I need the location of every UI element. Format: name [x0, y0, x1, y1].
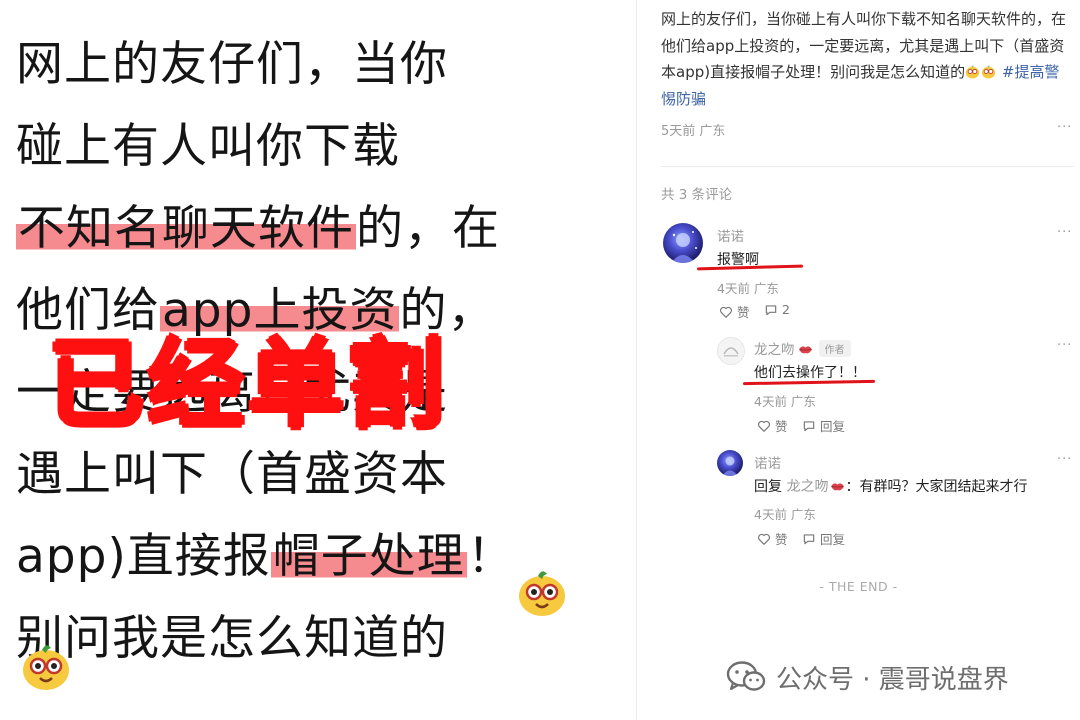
highlighted-phrase: 不知名聊天软件	[16, 201, 356, 256]
like-button[interactable]: 赞	[757, 416, 788, 435]
red-stamp-overlay: 已经单割	[48, 329, 448, 441]
comment-meta: 4天前 广东	[717, 281, 779, 296]
comment-text: ：有群吗？大家团结起来才行	[845, 479, 1028, 495]
highlighted-phrase: 帽子处理	[270, 529, 467, 584]
heart-icon	[758, 420, 770, 432]
text-segment: ！	[466, 529, 515, 584]
reply-label: 回复	[820, 532, 846, 547]
comment-bubble-icon	[765, 304, 777, 315]
smiling-fruit-emoji-icon	[20, 640, 72, 692]
the-end-marker: - THE END -	[819, 579, 898, 594]
more-dots-icon[interactable]: ···	[1057, 120, 1072, 135]
reply-label: 回复	[820, 419, 846, 434]
author-badge: 作者	[818, 340, 851, 357]
text-segment: 别问我是怎么知道的	[16, 611, 448, 666]
avatar[interactable]	[663, 223, 703, 263]
reply-count-button[interactable]: 2	[764, 302, 790, 317]
avatar[interactable]	[717, 450, 743, 476]
comment-meta: 4天前 广东	[754, 394, 816, 409]
more-dots-icon[interactable]: ···	[1057, 338, 1072, 353]
commenter-name-text[interactable]: 龙之吻	[754, 342, 795, 358]
divider	[661, 166, 1074, 167]
comment-text: 他们去操作了！！	[754, 365, 866, 381]
text-segment: 碰上有人叫你下载	[16, 119, 400, 174]
like-button[interactable]: 赞	[719, 302, 750, 321]
post-image[interactable]: 网上的友仔们，当你 碰上有人叫你下载 不知名聊天软件的，在 他们给app上投资的， 一定…	[0, 0, 636, 720]
post-body: 网上的友仔们，当你碰上有人叫你下载不知名聊天软件的，在他们给app上投资的，一定…	[661, 6, 1073, 112]
text-segment: app)直接报	[16, 529, 271, 584]
post-detail-panel: 网上的友仔们，当你碰上有人叫你下载不知名聊天软件的，在他们给app上投资的，一定…	[637, 0, 1080, 720]
comment-bubble-icon	[803, 420, 815, 431]
watermark: 公众号 · 震哥说盘界	[726, 657, 1009, 697]
reply-count: 2	[782, 302, 790, 317]
heart-icon	[758, 533, 770, 545]
commenter-name[interactable]: 诺诺	[754, 452, 781, 472]
commenter-name[interactable]: 诺诺	[717, 225, 744, 245]
image-text-line: 网上的友仔们，当你	[16, 32, 448, 98]
reply-to-name[interactable]: 龙之吻	[786, 479, 828, 495]
comment-count: 共 3 条评论	[661, 187, 733, 203]
avatar[interactable]	[717, 337, 745, 365]
watermark-text: 公众号 · 震哥说盘界	[776, 664, 1009, 695]
comment-meta: 4天前 广东	[754, 507, 816, 522]
heart-icon	[720, 306, 732, 318]
more-dots-icon[interactable]: ···	[1057, 452, 1072, 467]
like-button[interactable]: 赞	[757, 529, 788, 548]
reply-button[interactable]: 回复	[802, 416, 845, 435]
image-text-line: 碰上有人叫你下载	[16, 114, 400, 180]
smiling-fruit-emoji-icon	[965, 61, 980, 79]
image-text-line: 不知名聊天软件的，在	[16, 196, 500, 262]
image-text-line: 别问我是怎么知道的	[16, 606, 448, 672]
lips-icon	[798, 343, 813, 354]
text-segment: 遇上叫下（首盛资本	[16, 447, 448, 502]
wechat-icon	[726, 660, 766, 694]
smiling-fruit-emoji-icon	[981, 61, 996, 79]
smiling-fruit-emoji-icon	[516, 566, 568, 618]
post-meta: 5天前 广东	[661, 124, 726, 139]
lips-icon	[830, 480, 845, 491]
text-segment: 网上的友仔们，当你	[16, 37, 448, 92]
like-label: 赞	[775, 419, 788, 434]
commenter-name: 龙之吻 作者	[754, 338, 851, 358]
image-text-line: app)直接报帽子处理！	[16, 524, 515, 590]
red-underline-annotation	[696, 264, 804, 271]
like-label: 赞	[737, 305, 750, 320]
reply-prefix: 回复	[754, 479, 782, 495]
like-label: 赞	[775, 532, 788, 547]
reply-button[interactable]: 回复	[802, 529, 845, 548]
image-text-line: 遇上叫下（首盛资本	[16, 442, 448, 508]
text-segment: 的，在	[356, 201, 500, 256]
more-dots-icon[interactable]: ···	[1057, 225, 1072, 240]
comment-bubble-icon	[803, 533, 815, 544]
comment-text-row: 回复 龙之吻 ：有群吗？大家团结起来才行	[754, 476, 1027, 496]
